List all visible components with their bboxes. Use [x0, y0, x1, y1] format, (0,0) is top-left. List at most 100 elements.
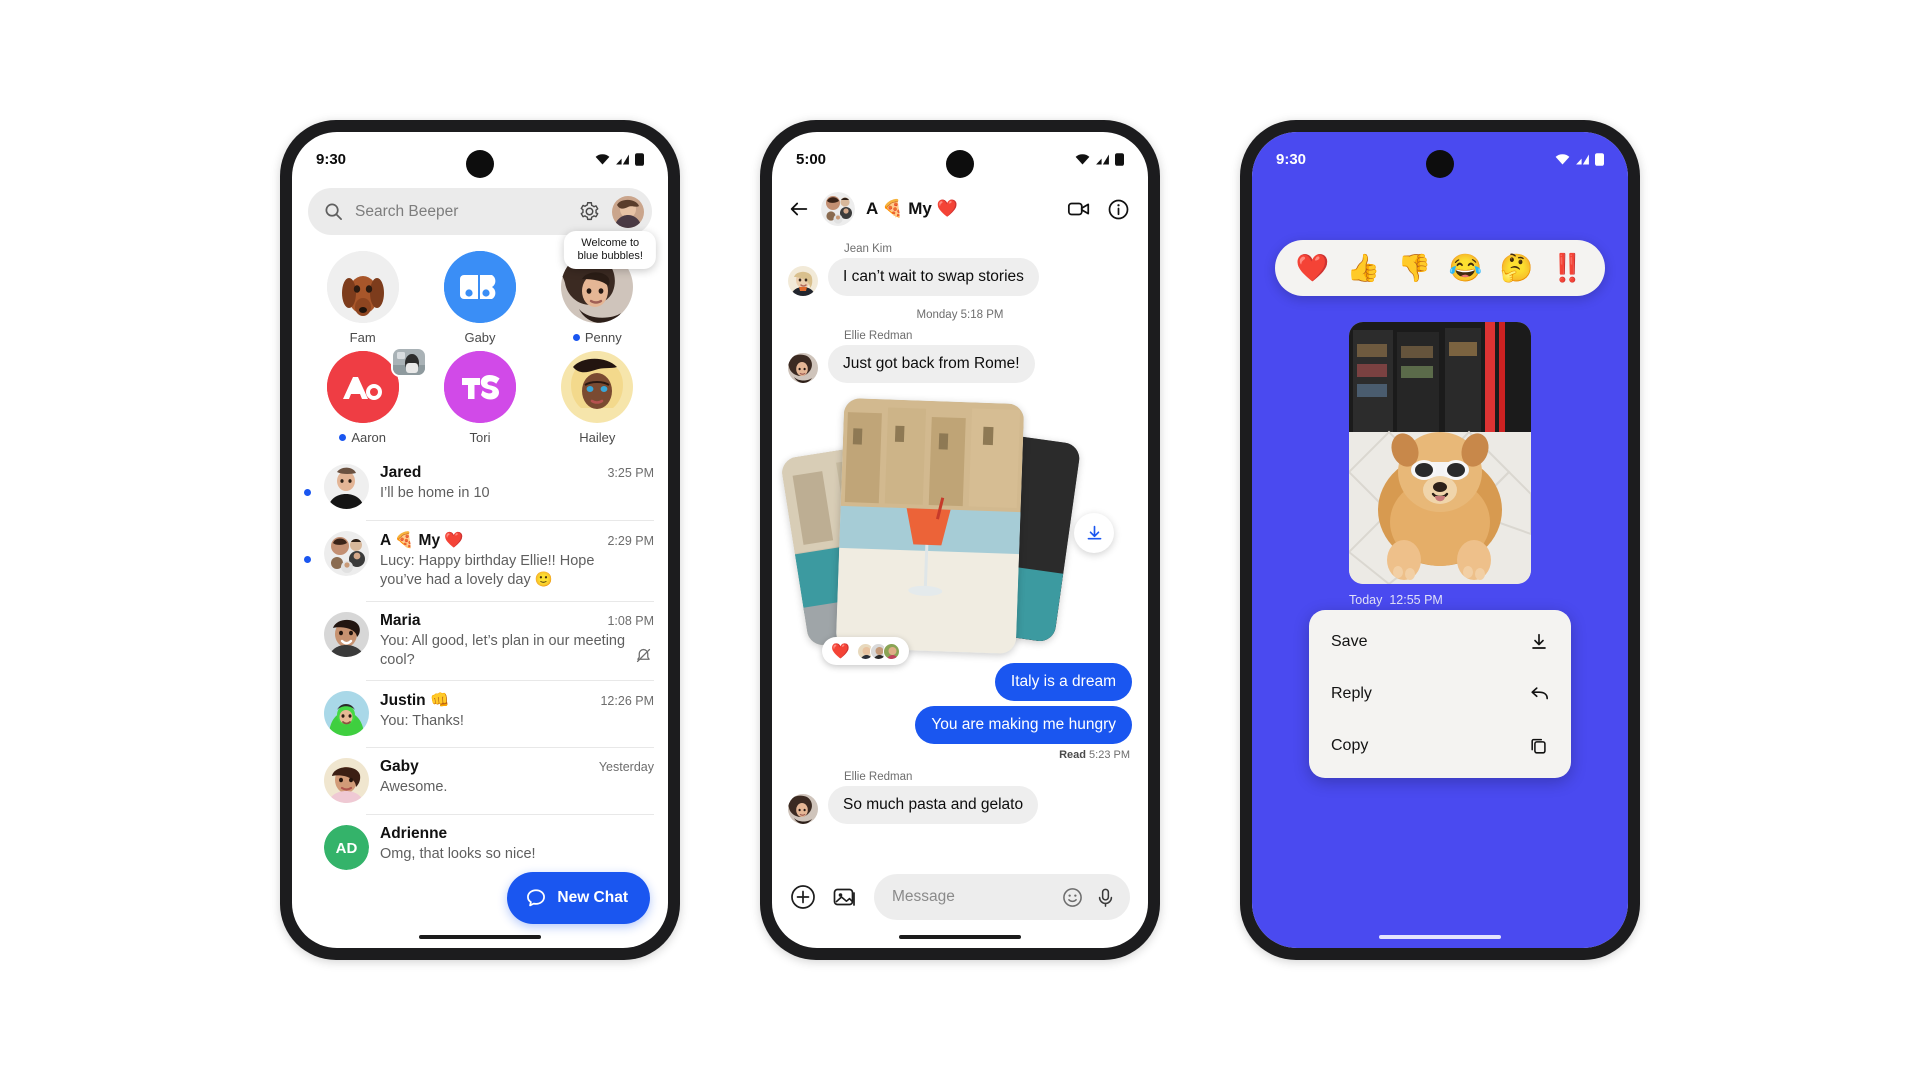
- chat-time: 1:08 PM: [607, 613, 654, 628]
- gear-icon[interactable]: [579, 201, 600, 222]
- unread-col: [304, 612, 313, 631]
- copy-icon: [1531, 738, 1546, 754]
- avatar-initials: AD: [324, 825, 369, 871]
- chat-list: Jared 3:25 PM I’ll be home in 10 A 🍕 My …: [292, 451, 668, 881]
- gallery-icon[interactable]: [832, 884, 858, 910]
- message-list: Jean Kim I can’t wait to swap stories Mo…: [772, 236, 1148, 824]
- photo-front[interactable]: [835, 397, 1025, 655]
- camera-punch-hole: [946, 150, 974, 178]
- unread-col: [304, 531, 313, 568]
- avatar: [443, 251, 516, 323]
- pin-label: Gaby: [421, 330, 538, 345]
- pin-name: Penny: [584, 330, 622, 345]
- avatar: [561, 351, 634, 423]
- chat-title: Gaby: [380, 758, 419, 776]
- pinned-chat-fam[interactable]: Fam: [304, 251, 421, 345]
- pin-name: Tori: [469, 430, 491, 445]
- message-sender: Jean Kim: [844, 243, 892, 255]
- wifi-icon: [595, 153, 610, 165]
- avatar: [324, 691, 369, 737]
- microphone-icon[interactable]: [1095, 887, 1116, 908]
- emoji-icon[interactable]: [1062, 887, 1083, 908]
- search-input[interactable]: Search Beeper: [355, 203, 567, 221]
- avatar: [324, 464, 369, 509]
- reaction-thumbsdown-icon[interactable]: 👎: [1398, 252, 1432, 284]
- battery-icon: [1115, 152, 1124, 166]
- pin-label: Fam: [304, 330, 421, 345]
- home-indicator: [899, 935, 1021, 939]
- media-screen: 9:30 ❤️ 👍 👎 😂 🤔 ‼️ Today 12:55 PM Save R…: [1252, 132, 1628, 948]
- pinned-chat-tori[interactable]: Tori: [421, 351, 538, 445]
- avatar-group[interactable]: [821, 192, 855, 226]
- table-row[interactable]: Justin 👊 12:26 PM You: Thanks!: [292, 680, 668, 747]
- avatar: [788, 266, 818, 296]
- pin-name: Aaron: [351, 430, 387, 445]
- menu-item-label: Reply: [1331, 685, 1372, 702]
- search-bar[interactable]: Search Beeper: [308, 188, 652, 235]
- page-title: A 🍕 My ❤️: [866, 199, 958, 218]
- chat-title: A 🍕 My ❤️: [380, 532, 464, 549]
- incoming-message: So much pasta and gelato: [788, 786, 1132, 824]
- pinned-chat-penny[interactable]: Welcome to blue bubbles! Penny: [539, 231, 657, 345]
- menu-item-label: Save: [1331, 633, 1368, 650]
- message-composer: Message: [772, 874, 1148, 920]
- pinned-chat-aaron[interactable]: Aaron: [304, 347, 428, 445]
- chat-time: 3:25 PM: [607, 466, 654, 480]
- download-button[interactable]: [1074, 513, 1114, 553]
- pinned-chat-hailey[interactable]: Hailey: [539, 351, 656, 445]
- reaction-picker[interactable]: ❤️ 👍 👎 😂 🤔 ‼️: [1275, 240, 1605, 296]
- row-top: Maria 1:08 PM: [380, 612, 654, 630]
- read-time: 5:23 PM: [1089, 749, 1130, 761]
- pin-label: Penny: [539, 330, 656, 345]
- row-body: Maria 1:08 PM You: All good, let’s plan …: [380, 612, 654, 670]
- chat-preview: Lucy: Happy birthday Ellie!! Hope you’ve…: [380, 553, 595, 588]
- add-attachment-icon[interactable]: [790, 884, 816, 910]
- chat-preview: Omg, that looks so nice!: [380, 846, 536, 863]
- message-placeholder[interactable]: Message: [892, 888, 1050, 906]
- video-call-icon[interactable]: [1067, 197, 1091, 221]
- table-row[interactable]: Maria 1:08 PM You: All good, let’s plan …: [292, 600, 668, 681]
- menu-item-save[interactable]: Save: [1309, 616, 1571, 668]
- table-row[interactable]: Gaby Yesterday Awesome.: [292, 747, 668, 814]
- message-input[interactable]: Message: [874, 874, 1130, 920]
- mute-icon: [636, 649, 651, 663]
- menu-item-label: Copy: [1331, 737, 1369, 754]
- chat-preview: You: Thanks!: [380, 713, 464, 730]
- row-body: Jared 3:25 PM I’ll be home in 10: [380, 464, 654, 503]
- reaction-thumbsup-icon[interactable]: 👍: [1347, 252, 1381, 284]
- table-row[interactable]: A 🍕 My ❤️ 2:29 PM Lucy: Happy birthday E…: [292, 520, 668, 601]
- row-body: Adrienne Omg, that looks so nice!: [380, 825, 654, 864]
- row-top: Gaby Yesterday: [380, 758, 654, 776]
- profile-avatar[interactable]: [612, 195, 644, 228]
- reaction-joy-icon[interactable]: 😂: [1449, 252, 1483, 284]
- reaction-heart-icon[interactable]: ❤️: [1296, 252, 1330, 284]
- reaction-avatars: [856, 642, 900, 660]
- unread-col: [304, 758, 313, 777]
- chat-time: 12:26 PM: [600, 694, 654, 709]
- download-icon: [1087, 525, 1101, 540]
- wifi-icon: [1555, 153, 1570, 165]
- pinned-chat-gaby[interactable]: Gaby: [421, 251, 538, 345]
- info-icon[interactable]: [1107, 198, 1130, 221]
- reaction-exclamation-icon[interactable]: ‼️: [1551, 252, 1585, 284]
- avatar: [788, 794, 818, 824]
- row-body: Justin 👊 12:26 PM You: Thanks!: [380, 691, 654, 731]
- message-bubble: So much pasta and gelato: [828, 786, 1039, 824]
- reaction-pill[interactable]: ❤️: [822, 637, 909, 665]
- status-icons: [1555, 152, 1604, 166]
- new-chat-button[interactable]: New Chat: [507, 872, 650, 924]
- battery-icon: [1595, 152, 1604, 166]
- menu-item-reply[interactable]: Reply: [1309, 668, 1571, 720]
- photo-attachment-stack[interactable]: ❤️: [779, 393, 1132, 665]
- cellular-icon: [1096, 153, 1109, 165]
- message-bubble: Just got back from Rome!: [828, 345, 1035, 383]
- home-indicator: [419, 935, 541, 939]
- dog-photo[interactable]: [1349, 322, 1531, 584]
- row-top: A 🍕 My ❤️ 2:29 PM: [380, 531, 654, 550]
- reaction-thinking-icon[interactable]: 🤔: [1500, 252, 1534, 284]
- table-row[interactable]: Jared 3:25 PM I’ll be home in 10: [292, 453, 668, 520]
- wifi-icon: [1075, 153, 1090, 165]
- row-top: Jared 3:25 PM: [380, 464, 654, 482]
- back-arrow-icon[interactable]: [788, 198, 810, 220]
- menu-item-copy[interactable]: Copy: [1309, 720, 1571, 772]
